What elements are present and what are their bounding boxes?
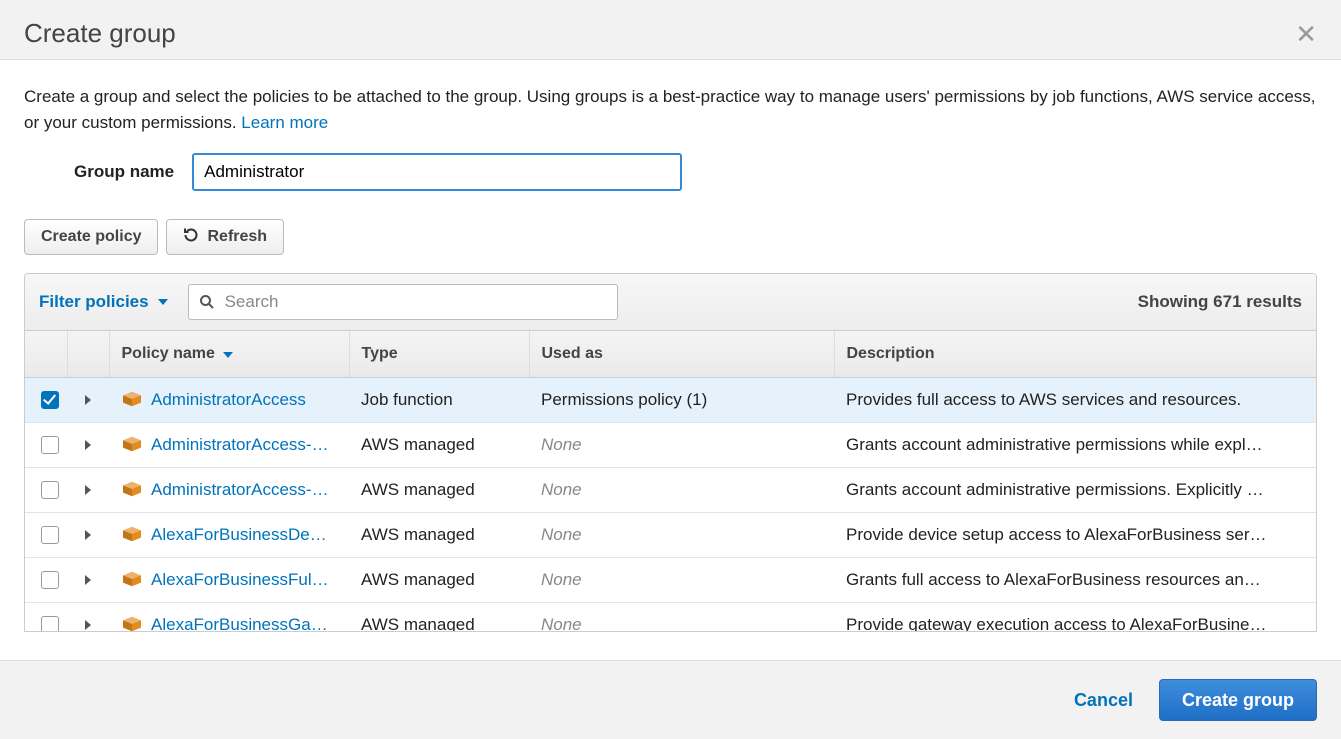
group-name-input[interactable] xyxy=(192,153,682,191)
refresh-button[interactable]: Refresh xyxy=(166,219,284,255)
col-used-as-header[interactable]: Used as xyxy=(529,331,834,378)
table-row: AdministratorAccess-… AWS managedNoneGran… xyxy=(25,423,1316,468)
expand-caret-icon[interactable] xyxy=(85,530,91,540)
create-group-button[interactable]: Create group xyxy=(1159,679,1317,721)
row-expand-cell xyxy=(67,378,109,423)
table-row: AdministratorAccess-… AWS managedNoneGran… xyxy=(25,468,1316,513)
table-toolbar: Filter policies Showing 671 results xyxy=(25,274,1316,331)
create-policy-label: Create policy xyxy=(41,228,141,246)
policy-used-as-cell: None xyxy=(529,603,834,632)
policies-table-wrap: Filter policies Showing 671 results xyxy=(24,273,1317,632)
modal-header: Create group ✕ xyxy=(0,0,1341,60)
modal-body: Create a group and select the policies t… xyxy=(0,60,1341,660)
expand-caret-icon[interactable] xyxy=(85,620,91,630)
policy-type-cell: AWS managed xyxy=(349,558,529,603)
modal-footer: Cancel Create group xyxy=(0,660,1341,739)
policy-name-cell: AlexaForBusinessDe… xyxy=(109,513,349,558)
policy-name-cell: AdministratorAccess-… xyxy=(109,423,349,468)
policy-name-link[interactable]: AdministratorAccess-… xyxy=(151,480,329,500)
table-row: AlexaForBusinessFull… AWS managedNoneGran… xyxy=(25,558,1316,603)
policy-name-link[interactable]: AdministratorAccess xyxy=(151,390,306,410)
table-header-row: Policy name Type Used as Description xyxy=(25,331,1316,378)
expand-caret-icon[interactable] xyxy=(85,440,91,450)
col-policy-name-header[interactable]: Policy name xyxy=(109,331,349,378)
refresh-label: Refresh xyxy=(207,228,267,246)
modal-title: Create group xyxy=(24,18,176,49)
create-group-modal: Create group ✕ Create a group and select… xyxy=(0,0,1341,739)
row-expand-cell xyxy=(67,603,109,632)
policy-description-cell: Grants account administrative permission… xyxy=(834,468,1316,513)
expand-caret-icon[interactable] xyxy=(85,575,91,585)
policy-type-cell: Job function xyxy=(349,378,529,423)
refresh-icon xyxy=(183,227,199,248)
row-expand-cell xyxy=(67,468,109,513)
group-name-label: Group name xyxy=(74,162,174,182)
row-expand-cell xyxy=(67,513,109,558)
search-icon xyxy=(199,294,215,310)
row-checkbox[interactable] xyxy=(41,391,59,409)
table-row: AlexaForBusinessGat… AWS managedNoneProvi… xyxy=(25,603,1316,632)
policy-description-cell: Grants account administrative permission… xyxy=(834,423,1316,468)
row-checkbox[interactable] xyxy=(41,571,59,589)
policy-used-as-cell: None xyxy=(529,558,834,603)
search-wrap xyxy=(188,284,618,320)
row-checkbox-cell xyxy=(25,423,67,468)
expand-caret-icon[interactable] xyxy=(85,395,91,405)
policy-action-row: Create policy Refresh xyxy=(24,219,1317,255)
col-expand-header xyxy=(67,331,109,378)
row-expand-cell xyxy=(67,558,109,603)
group-name-row: Group name xyxy=(74,153,1317,191)
policy-type-cell: AWS managed xyxy=(349,468,529,513)
row-checkbox-cell xyxy=(25,378,67,423)
policy-name-link[interactable]: AdministratorAccess-… xyxy=(151,435,329,455)
row-checkbox-cell xyxy=(25,603,67,632)
policy-name-cell: AdministratorAccess-… xyxy=(109,468,349,513)
policy-description-cell: Provides full access to AWS services and… xyxy=(834,378,1316,423)
policy-type-cell: AWS managed xyxy=(349,513,529,558)
filter-policies-label: Filter policies xyxy=(39,292,149,312)
results-count: Showing 671 results xyxy=(1138,292,1302,312)
row-checkbox[interactable] xyxy=(41,526,59,544)
cancel-button[interactable]: Cancel xyxy=(1070,682,1137,719)
row-checkbox-cell xyxy=(25,558,67,603)
policy-description-cell: Grants full access to AlexaForBusiness r… xyxy=(834,558,1316,603)
policy-name-cell: AlexaForBusinessFull… xyxy=(109,558,349,603)
policy-name-link[interactable]: AlexaForBusinessGat… xyxy=(151,615,331,631)
policy-description-cell: Provide gateway execution access to Alex… xyxy=(834,603,1316,632)
policy-type-cell: AWS managed xyxy=(349,423,529,468)
intro-text: Create a group and select the policies t… xyxy=(24,84,1317,135)
table-body: AdministratorAccess Job functionPermissio… xyxy=(25,378,1316,632)
policy-used-as-cell: None xyxy=(529,513,834,558)
policy-name-link[interactable]: AlexaForBusinessDe… xyxy=(151,525,327,545)
learn-more-link[interactable]: Learn more xyxy=(241,113,328,132)
table-row: AlexaForBusinessDe… AWS managedNoneProvid… xyxy=(25,513,1316,558)
table-scroll[interactable]: Policy name Type Used as Description Adm… xyxy=(25,331,1316,631)
col-description-header[interactable]: Description xyxy=(834,331,1316,378)
policy-type-cell: AWS managed xyxy=(349,603,529,632)
policy-used-as-cell: Permissions policy (1) xyxy=(529,378,834,423)
col-checkbox-header xyxy=(25,331,67,378)
policy-name-cell: AdministratorAccess xyxy=(109,378,349,423)
intro-text-content: Create a group and select the policies t… xyxy=(24,87,1316,132)
policy-used-as-cell: None xyxy=(529,468,834,513)
policy-name-link[interactable]: AlexaForBusinessFull… xyxy=(151,570,331,590)
policy-used-as-cell: None xyxy=(529,423,834,468)
create-policy-button[interactable]: Create policy xyxy=(24,219,158,255)
col-type-header[interactable]: Type xyxy=(349,331,529,378)
row-checkbox[interactable] xyxy=(41,436,59,454)
row-expand-cell xyxy=(67,423,109,468)
row-checkbox-cell xyxy=(25,468,67,513)
filter-policies-dropdown[interactable]: Filter policies xyxy=(39,292,168,312)
policies-table: Policy name Type Used as Description Adm… xyxy=(25,331,1316,631)
policy-description-cell: Provide device setup access to AlexaForB… xyxy=(834,513,1316,558)
row-checkbox[interactable] xyxy=(41,481,59,499)
policy-name-cell: AlexaForBusinessGat… xyxy=(109,603,349,632)
close-icon[interactable]: ✕ xyxy=(1295,21,1317,47)
row-checkbox[interactable] xyxy=(41,616,59,631)
table-row: AdministratorAccess Job functionPermissio… xyxy=(25,378,1316,423)
row-checkbox-cell xyxy=(25,513,67,558)
expand-caret-icon[interactable] xyxy=(85,485,91,495)
search-input[interactable] xyxy=(223,291,607,313)
